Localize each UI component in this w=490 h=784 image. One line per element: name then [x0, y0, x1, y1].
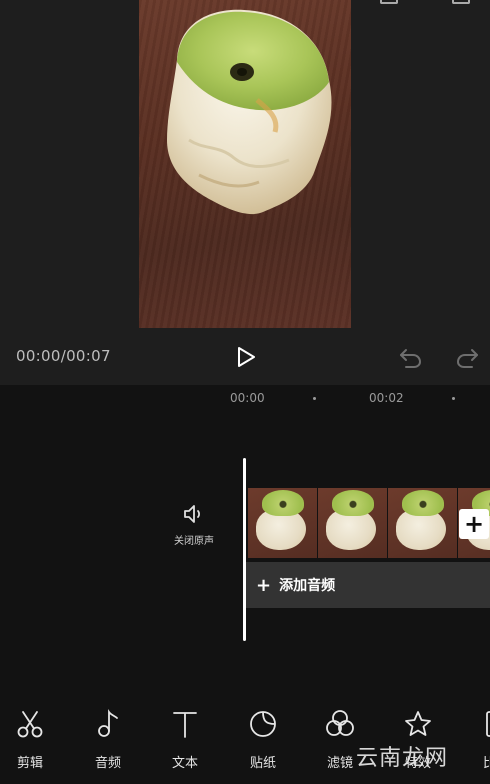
apple-image: [167, 9, 332, 215]
clip-thumbnail: [318, 488, 387, 558]
video-preview: [139, 0, 351, 328]
playhead[interactable]: [243, 458, 246, 641]
playback-time: 00:00/00:07: [16, 347, 111, 365]
clip-thumbnail: [388, 488, 457, 558]
video-editor-screen: 00:00/00:07 00:00 00:02 关闭原声 + + 添加音频 剪辑…: [0, 0, 490, 784]
watermark-text: 云南龙网: [356, 746, 449, 771]
tick-dot: [452, 397, 455, 400]
tool-audio[interactable]: 音频: [78, 708, 138, 771]
tool-label: 贴纸: [249, 756, 276, 771]
filter-icon: [324, 708, 356, 740]
plus-icon: +: [463, 510, 485, 538]
undo-icon: [400, 349, 422, 368]
mute-original-sound-button[interactable]: 关闭原声: [166, 502, 222, 547]
add-clip-button[interactable]: +: [459, 509, 489, 539]
ratio-icon: [482, 708, 490, 740]
top-right-icon[interactable]: [452, 0, 470, 4]
tool-sticker[interactable]: 贴纸: [233, 708, 293, 771]
tool-label: 剪辑: [16, 756, 43, 771]
tick-dot: [313, 397, 316, 400]
tool-label: 音频: [94, 756, 121, 771]
tick-label: 00:02: [369, 391, 404, 405]
top-left-icon[interactable]: [380, 0, 398, 4]
speaker-icon: [184, 505, 201, 523]
play-button[interactable]: [232, 343, 260, 371]
text-icon: [169, 708, 201, 740]
plus-icon: +: [256, 574, 272, 596]
scissors-icon: [14, 708, 46, 740]
play-icon: [238, 347, 255, 367]
mute-label: 关闭原声: [174, 536, 214, 547]
preview-area: 00:00/00:07: [0, 0, 490, 385]
timeline-ruler[interactable]: 00:00 00:02: [0, 385, 490, 415]
video-clip-track[interactable]: [248, 488, 490, 558]
tool-label: 滤镜: [326, 756, 353, 771]
redo-button[interactable]: [454, 344, 480, 370]
tool-text[interactable]: 文本: [155, 708, 215, 771]
clip-thumbnail: [248, 488, 317, 558]
tool-label: 比: [483, 756, 490, 771]
effects-star-icon: [402, 708, 434, 740]
redo-icon: [456, 349, 478, 368]
tool-edit[interactable]: 剪辑: [0, 708, 60, 771]
sticker-icon: [247, 708, 279, 740]
tool-ratio[interactable]: 比: [452, 708, 490, 771]
music-note-icon: [92, 708, 124, 740]
add-audio-label: 添加音频: [279, 578, 336, 594]
tool-label: 文本: [171, 756, 198, 771]
add-audio-button[interactable]: + 添加音频: [246, 562, 490, 608]
undo-button[interactable]: [398, 344, 424, 370]
tick-label: 00:00: [230, 391, 265, 405]
